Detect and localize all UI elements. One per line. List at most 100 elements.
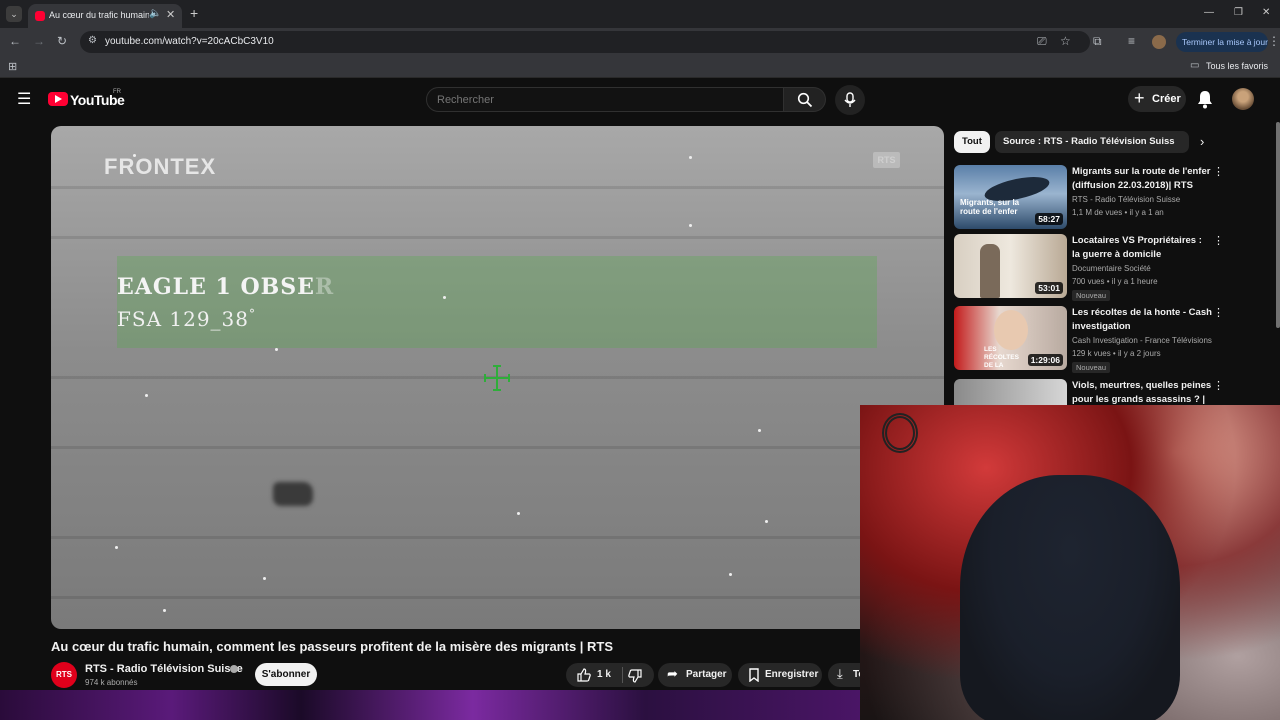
overlay-callsign: EAGLE 1 OBSER	[117, 274, 334, 300]
video-title: Au cœur du trafic humain, comment les pa…	[51, 639, 614, 654]
minimize-icon[interactable]: —	[1204, 7, 1214, 18]
thumbnail-figure	[980, 244, 1000, 298]
channel-name[interactable]: RTS - Radio Télévision Suisse	[85, 663, 243, 675]
forward-icon[interactable]: →	[33, 34, 45, 48]
channel-avatar[interactable]: RTS	[51, 662, 77, 688]
recommendation-meta: 700 vues • il y a 1 heure	[1072, 277, 1158, 286]
tab-search-chevron-icon[interactable]: ⌄	[6, 6, 22, 22]
back-icon[interactable]: ←	[9, 34, 21, 48]
page-scrollbar[interactable]	[1276, 122, 1280, 328]
region-code: FR	[113, 89, 121, 95]
voice-search-button[interactable]	[835, 85, 865, 115]
address-bar[interactable]: ⚙ youtube.com/watch?v=20cACbC3V10	[80, 31, 1090, 53]
browser-profile-avatar[interactable]	[1152, 35, 1166, 49]
wall-decoration	[882, 413, 918, 453]
recommendation-title[interactable]: Migrants sur la route de l'enfer (diffus…	[1072, 165, 1212, 192]
tab-close-icon[interactable]: ✕	[166, 8, 175, 21]
save-label: Enregistrer	[765, 669, 819, 680]
share-button[interactable]: ➦ Partager	[658, 663, 732, 687]
microphone-icon	[844, 92, 856, 107]
more-options-icon[interactable]: ⋮	[1213, 236, 1224, 247]
all-bookmarks-button[interactable]: ▭ Tous les favoris	[1190, 60, 1269, 71]
recommendation-item[interactable]: 53:01 Locataires VS Propriétaires : la g…	[954, 234, 1274, 302]
window-close-icon[interactable]: ✕	[1262, 7, 1270, 18]
water-texture	[51, 446, 944, 449]
video-duration: 58:27	[1035, 213, 1063, 225]
tab-audio-icon[interactable]: 🔈	[149, 8, 161, 19]
recommendation-title[interactable]: Viols, meurtres, quelles peines pour les…	[1072, 379, 1212, 405]
thumbnail-face	[994, 310, 1028, 350]
more-options-icon[interactable]: ⋮	[1213, 308, 1224, 319]
overlay-code: FSA 129_38°	[117, 307, 256, 331]
reload-icon[interactable]: ↻	[57, 34, 67, 48]
new-tab-icon[interactable]: +	[190, 6, 198, 20]
url-text[interactable]: youtube.com/watch?v=20cACbC3V10	[105, 36, 274, 47]
water-texture	[51, 596, 944, 599]
speck	[443, 296, 446, 299]
speck	[133, 154, 136, 157]
video-player[interactable]: FRONTEX RTS EAGLE 1 OBSER FSA 129_38°	[51, 126, 944, 629]
all-bookmarks-label: Tous les favoris	[1206, 61, 1269, 71]
browser-tab-active[interactable]: Au cœur du trafic humain, c 🔈 ✕	[28, 4, 182, 28]
video-duration: 53:01	[1035, 282, 1063, 294]
youtube-header: ☰ YouTube FR + Créer	[0, 80, 1280, 120]
site-info-icon[interactable]: ⚙	[88, 35, 97, 46]
recommendation-channel[interactable]: Documentaire Société	[1072, 264, 1151, 273]
speck	[758, 429, 761, 432]
recommendation-meta: 129 k vues • il y a 2 jours	[1072, 349, 1161, 358]
recommendation-channel[interactable]: Cash Investigation - France Télévisions	[1072, 336, 1212, 345]
thumbnail-caption: Migrants, sur la route de l'enfer	[960, 198, 1020, 216]
youtube-favicon-icon	[35, 11, 45, 21]
speck	[263, 577, 266, 580]
video-thumbnail[interactable]: 53:01	[954, 234, 1067, 298]
subscribe-button[interactable]: S'abonner	[255, 663, 317, 686]
recommendation-item[interactable]: Viols, meurtres, quelles peines pour les…	[954, 379, 1274, 405]
recommendation-item[interactable]: Migrants, sur la route de l'enfer 58:27 …	[954, 165, 1274, 231]
recommendation-title[interactable]: Les récoltes de la honte - Cash investig…	[1072, 306, 1212, 333]
overlay-code-suffix: °	[249, 307, 257, 321]
restore-icon[interactable]: ❐	[1234, 7, 1243, 18]
speck	[689, 224, 692, 227]
notifications-bell-icon[interactable]	[1196, 89, 1214, 109]
tab-title: Au cœur du trafic humain, c	[49, 10, 149, 20]
chrome-menu-icon[interactable]: ⋮	[1268, 34, 1280, 48]
recommendation-title[interactable]: Locataires VS Propriétaires : la guerre …	[1072, 234, 1212, 261]
verified-badge-icon	[230, 665, 238, 673]
subscriber-count: 974 k abonnés	[85, 678, 138, 687]
more-options-icon[interactable]: ⋮	[1213, 167, 1224, 178]
update-chrome-button[interactable]: Terminer la mise à jour	[1176, 32, 1268, 52]
video-thumbnail[interactable]	[954, 379, 1067, 405]
browser-toolbar: ← → ↻ ⚙ youtube.com/watch?v=20cACbC3V10 …	[0, 28, 1280, 56]
video-thumbnail[interactable]: Migrants, sur la route de l'enfer 58:27	[954, 165, 1067, 229]
stream-overlay-band	[0, 690, 860, 720]
search-button[interactable]	[784, 87, 826, 112]
divider	[622, 667, 623, 683]
more-options-icon[interactable]: ⋮	[1213, 381, 1224, 392]
user-avatar[interactable]	[1232, 88, 1254, 110]
chip-source[interactable]: Source : RTS - Radio Télévision Suisse	[995, 131, 1188, 153]
bookmark-star-icon[interactable]: ☆	[1060, 34, 1071, 48]
speck	[115, 546, 118, 549]
save-button[interactable]: Enregistrer	[738, 663, 822, 687]
search-input[interactable]	[427, 88, 783, 111]
download-button[interactable]: ⤓ Te	[828, 663, 864, 687]
recommendation-channel[interactable]: RTS - Radio Télévision Suisse	[1072, 195, 1180, 204]
speck	[145, 394, 148, 397]
chip-all[interactable]: Tout	[954, 131, 990, 153]
dislike-thumb-icon[interactable]	[628, 669, 642, 683]
recommendation-item[interactable]: LES RÉCOLTES DE LA HONTE 1:29:06 Les réc…	[954, 306, 1274, 374]
apps-grid-icon[interactable]: ⊞	[8, 60, 17, 73]
cast-icon[interactable]: ⎚	[1037, 34, 1047, 49]
like-thumb-icon[interactable]	[577, 668, 591, 682]
browser-tab-strip: ⌄ Au cœur du trafic humain, c 🔈 ✕ + — ❐ …	[0, 0, 1280, 28]
video-thumbnail[interactable]: LES RÉCOLTES DE LA HONTE 1:29:06	[954, 306, 1067, 370]
youtube-logo-icon[interactable]	[48, 92, 68, 106]
create-button[interactable]: + Créer	[1128, 86, 1186, 112]
extensions-icon[interactable]: ⧉	[1093, 34, 1102, 49]
like-count[interactable]: 1 k	[597, 669, 611, 680]
search-box[interactable]	[426, 87, 784, 112]
chevron-right-icon[interactable]: ›	[1200, 135, 1204, 148]
hamburger-menu-icon[interactable]: ☰	[17, 92, 31, 108]
chip-overflow[interactable]	[1175, 131, 1189, 153]
reading-list-icon[interactable]: ≡	[1128, 34, 1135, 48]
